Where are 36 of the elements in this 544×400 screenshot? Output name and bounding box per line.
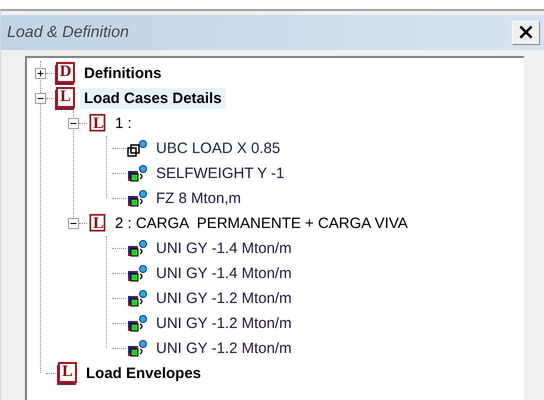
cube-load-icon <box>126 188 148 208</box>
tree-item[interactable]: UNI GY -1.2 Mton/m <box>152 313 296 334</box>
minus-icon <box>70 220 77 227</box>
close-button[interactable]: × <box>512 20 540 44</box>
tree-item[interactable]: 1 : <box>111 113 136 134</box>
cube-load-icon <box>126 138 148 158</box>
cube-load-icon <box>126 288 148 308</box>
tree-item[interactable]: UNI GY -1.2 Mton/m <box>152 288 296 309</box>
cube-load-icon <box>126 338 148 358</box>
tree-item[interactable]: SELFWEIGHT Y -1 <box>152 163 288 184</box>
expand-toggle[interactable] <box>35 68 46 79</box>
window-title: Load & Definition <box>7 24 129 42</box>
cube-load-icon <box>126 238 148 258</box>
book-icon: D <box>54 62 76 86</box>
expand-toggle[interactable] <box>68 218 79 229</box>
tree-item[interactable]: Definitions <box>80 63 166 84</box>
expand-toggle[interactable] <box>35 93 46 104</box>
tree-item[interactable]: FZ 8 Mton,m <box>152 188 246 209</box>
cube-load-icon <box>126 264 148 284</box>
book-icon: L <box>87 114 107 134</box>
tree-item[interactable]: Load Envelopes <box>82 363 206 384</box>
tree-item[interactable]: UBC LOAD X 0.85 <box>152 138 284 159</box>
minus-icon <box>37 95 44 102</box>
cube-load-icon <box>126 164 148 184</box>
tree-item[interactable]: UNI GY -1.2 Mton/m <box>152 338 296 359</box>
book-icon: L <box>54 86 76 110</box>
book-icon: L <box>56 362 78 386</box>
tree-item[interactable]: UNI GY -1.4 Mton/m <box>152 263 296 284</box>
plus-icon <box>37 70 44 77</box>
expand-toggle[interactable] <box>68 118 79 129</box>
tree-item[interactable]: Load Cases Details <box>80 88 226 109</box>
tree-item[interactable]: UNI GY -1.4 Mton/m <box>152 238 296 259</box>
book-icon: L <box>87 214 107 234</box>
cube-load-icon <box>126 314 148 334</box>
tree-item[interactable]: 2 : CARGA PERMANENTE + CARGA VIVA <box>111 213 412 234</box>
minus-icon <box>70 120 77 127</box>
